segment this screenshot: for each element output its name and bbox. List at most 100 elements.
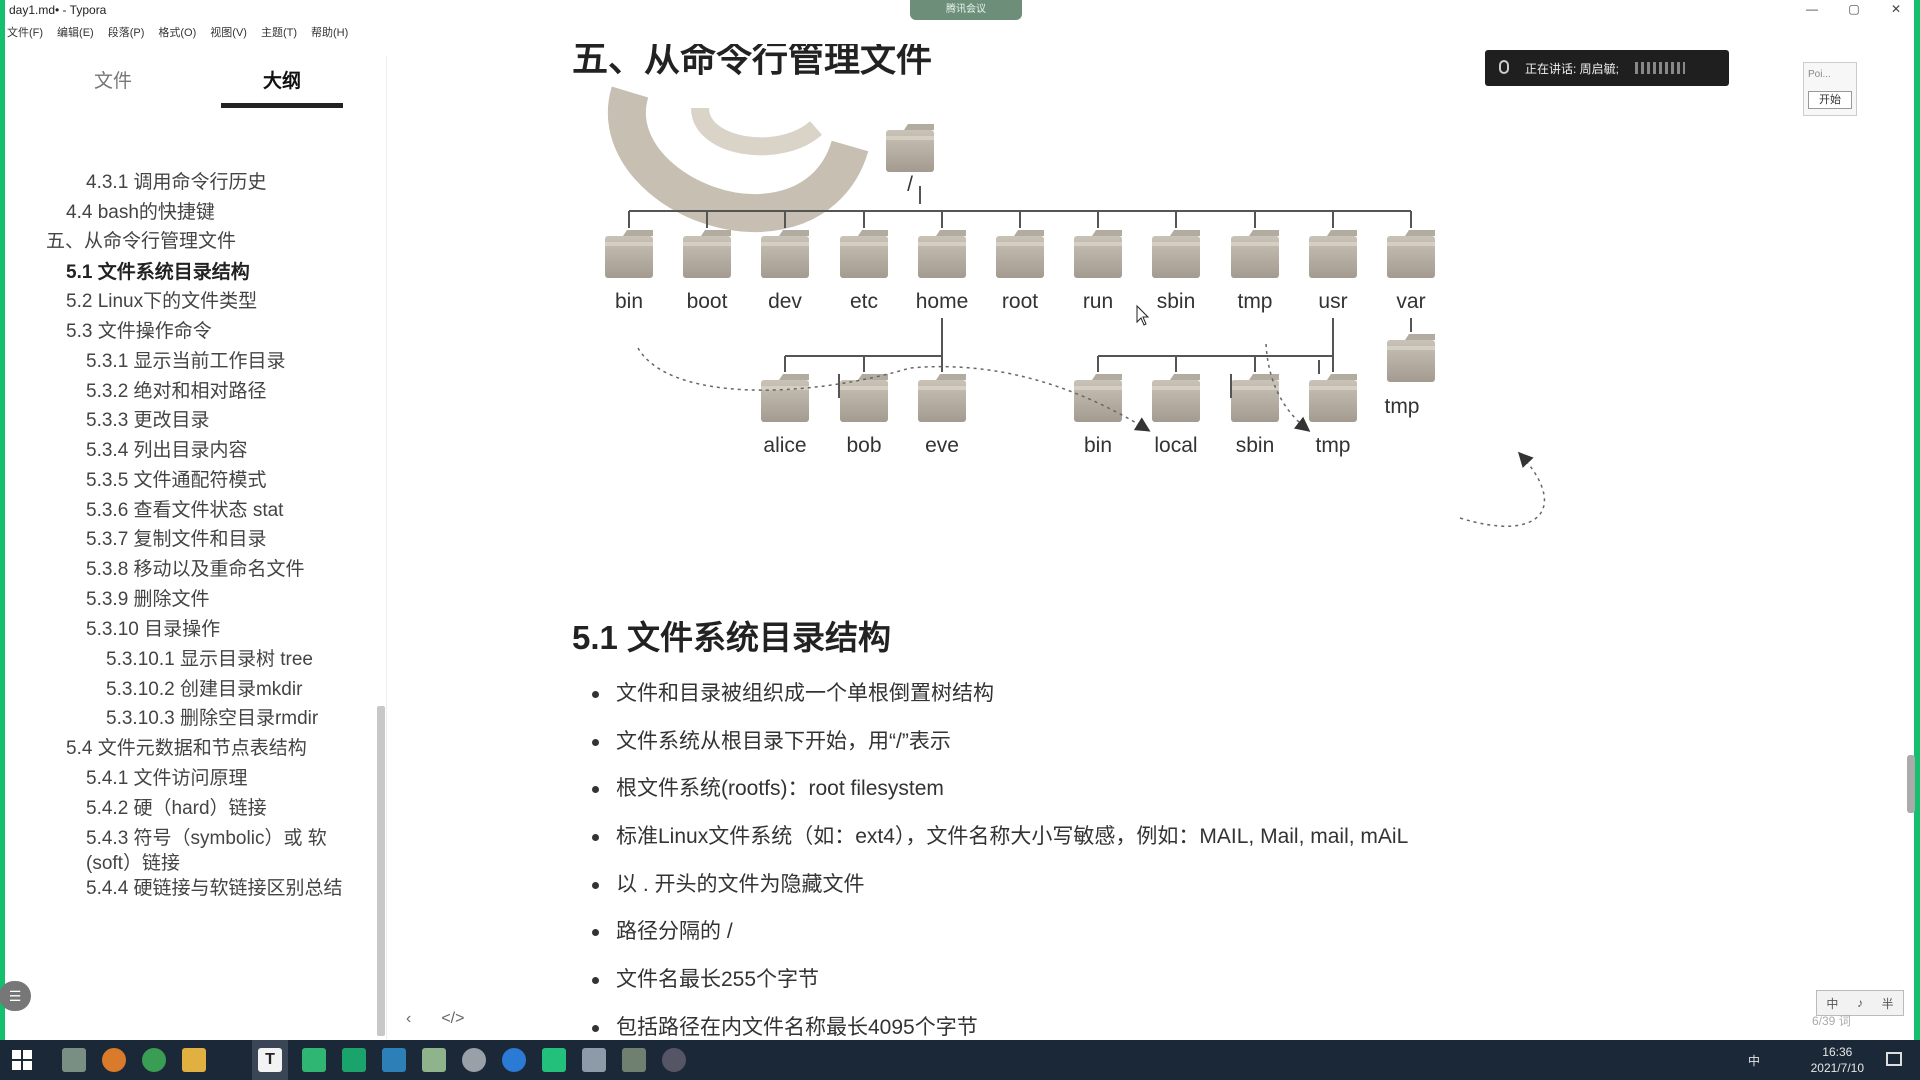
app-icon-10[interactable]	[662, 1048, 686, 1072]
menu-edit[interactable]: 编辑(E)	[57, 22, 94, 44]
ime-indicator[interactable]: 中	[1748, 1052, 1760, 1069]
outline-item[interactable]: 5.3.6 查看文件状态 stat	[86, 498, 283, 524]
firefox-icon[interactable]	[102, 1048, 126, 1072]
dir-label-home: home	[916, 290, 969, 313]
edge-icon[interactable]	[502, 1048, 526, 1072]
dir-label-root: root	[1002, 290, 1038, 313]
menu-theme[interactable]: 主题(T)	[261, 22, 297, 44]
outline-item[interactable]: 5.3.9 删除文件	[86, 587, 210, 613]
clock-time: 16:36	[1822, 1045, 1853, 1059]
start-button[interactable]: 开始	[1808, 91, 1852, 109]
dir-label-run: run	[1083, 290, 1113, 313]
filesystem-diagram: / bin boot dev etc home root run sbin tmp usr var al…	[580, 68, 1640, 608]
outline-item[interactable]: 5.3.10.2 创建目录mkdir	[106, 677, 302, 703]
menu-paragraph[interactable]: 段落(P)	[108, 22, 145, 44]
outline-item[interactable]: 5.3.4 列出目录内容	[86, 438, 248, 464]
menu-view[interactable]: 视图(V)	[210, 22, 247, 44]
folder-icon	[683, 230, 731, 278]
typora-icon[interactable]: T	[258, 1048, 282, 1072]
outline-item[interactable]: 4.3.1 调用命令行历史	[86, 170, 267, 196]
folder-icon	[1231, 374, 1279, 422]
app-icon-5[interactable]	[422, 1048, 446, 1072]
notification-icon[interactable]	[1886, 1052, 1902, 1066]
word-count[interactable]: 6/39 词	[1812, 1012, 1851, 1029]
maximize-button[interactable]: ▢	[1839, 2, 1869, 20]
app-icon-6[interactable]	[462, 1048, 486, 1072]
editor-scrollbar[interactable]	[1907, 755, 1915, 813]
app-icon-2[interactable]	[302, 1048, 326, 1072]
outline-item[interactable]: 五、从命令行管理文件	[46, 229, 236, 255]
tab-outline[interactable]: 大纲	[221, 62, 343, 108]
outline-item[interactable]: 5.3.7 复制文件和目录	[86, 527, 267, 553]
ime-halfwidth-toggle[interactable]: 半	[1882, 995, 1894, 1012]
sidebar: 文件 大纲 4.3.1 调用命令行历史 4.4 bash的快捷键 五、从命令行管…	[0, 56, 387, 1040]
outline-item[interactable]: 4.4 bash的快捷键	[66, 200, 215, 226]
app-icon-7[interactable]	[542, 1048, 566, 1072]
meeting-status-pill[interactable]: 腾讯会议	[910, 0, 1022, 20]
sidebar-toggle-icon[interactable]: ☰	[0, 981, 31, 1011]
mouse-cursor-icon	[1136, 304, 1150, 326]
app-icon-3[interactable]	[342, 1048, 366, 1072]
folder-icon	[1074, 374, 1122, 422]
bullet-item: 路径分隔的 /	[590, 918, 1408, 966]
folder-icon	[840, 374, 888, 422]
file-explorer-icon[interactable]	[182, 1048, 206, 1072]
menu-file[interactable]: 文件(F)	[7, 22, 43, 44]
bottom-toolbar: ‹ </>	[406, 1010, 464, 1028]
outline-item[interactable]: 5.3.2 绝对和相对路径	[86, 379, 267, 405]
folder-icon	[1309, 374, 1357, 422]
app-icon-4[interactable]	[382, 1048, 406, 1072]
speaking-text: 正在讲话: 周启毓;	[1525, 62, 1620, 76]
menu-format[interactable]: 格式(O)	[158, 22, 196, 44]
menu-help[interactable]: 帮助(H)	[311, 22, 348, 44]
bullet-item: 文件和目录被组织成一个单根倒置树结构	[590, 680, 1408, 728]
folder-icon	[1074, 230, 1122, 278]
outline-item[interactable]: 5.3.10.1 显示目录树 tree	[106, 647, 313, 673]
dir-label-eve: eve	[925, 434, 959, 457]
chrome-icon[interactable]	[142, 1048, 166, 1072]
ime-moon-icon[interactable]: ♪	[1857, 996, 1863, 1010]
outline-item[interactable]: 5.3 文件操作命令	[66, 319, 212, 345]
outline-item[interactable]: 5.4.3 符号（symbolic）或 软(soft）链接	[86, 826, 356, 876]
outline-item[interactable]: 5.3.1 显示当前工作目录	[86, 349, 286, 375]
outline-item[interactable]: 5.4 文件元数据和节点表结构	[66, 736, 307, 762]
ime-chinese-toggle[interactable]: 中	[1826, 995, 1838, 1012]
app-icon-9[interactable]	[622, 1048, 646, 1072]
root-label: /	[907, 173, 913, 196]
folder-icon	[996, 230, 1044, 278]
outline-item[interactable]: 5.3.5 文件通配符模式	[86, 468, 267, 494]
tab-files[interactable]: 文件	[53, 62, 173, 108]
dir-label-var: var	[1396, 290, 1425, 313]
outline-item[interactable]: 5.4.2 硬（hard）链接	[86, 796, 267, 822]
recording-frame-right	[1914, 0, 1920, 1040]
outline-item[interactable]: 5.3.10 目录操作	[86, 617, 220, 643]
windows-start-icon[interactable]	[12, 1050, 32, 1070]
folder-icon	[1231, 230, 1279, 278]
dir-label-boot: boot	[687, 290, 728, 313]
outline-item[interactable]: 5.4.1 文件访问原理	[86, 766, 248, 792]
root-folder-icon	[886, 124, 934, 172]
app-icon-8[interactable]	[582, 1048, 606, 1072]
outline-item[interactable]: 5.2 Linux下的文件类型	[66, 289, 257, 315]
source-code-icon[interactable]: </>	[441, 1010, 464, 1028]
dir-label-tmp: tmp	[1237, 290, 1272, 313]
close-button[interactable]: ✕	[1881, 2, 1911, 20]
outline-item[interactable]: 5.3.8 移动以及重命名文件	[86, 557, 305, 583]
dir-label-alice: alice	[763, 434, 806, 457]
outline-item-active[interactable]: 5.1 文件系统目录结构	[66, 260, 250, 286]
app-icon-1[interactable]	[62, 1048, 86, 1072]
bullet-list: 文件和目录被组织成一个单根倒置树结构 文件系统从根目录下开始，用“/”表示 根文…	[590, 680, 1408, 1040]
dir-label-var-tmp: tmp	[1384, 395, 1419, 418]
outline-item[interactable]: 5.4.4 硬链接与软链接区别总结	[86, 876, 356, 901]
outline-item[interactable]: 5.3.3 更改目录	[86, 408, 210, 434]
taskbar: T 中 16:36 2021/7/10	[0, 1040, 1920, 1080]
clock[interactable]: 16:36 2021/7/10	[1811, 1044, 1864, 1076]
outline-item[interactable]: 5.3.10.3 删除空目录rmdir	[106, 706, 318, 732]
sidebar-scrollbar[interactable]	[377, 706, 385, 1036]
folder-icon	[1152, 374, 1200, 422]
folder-icon	[1152, 230, 1200, 278]
microphone-icon	[1499, 60, 1509, 74]
minimize-button[interactable]: —	[1797, 2, 1827, 20]
chevron-left-icon[interactable]: ‹	[406, 1010, 411, 1028]
dir-label-bob: bob	[846, 434, 881, 457]
